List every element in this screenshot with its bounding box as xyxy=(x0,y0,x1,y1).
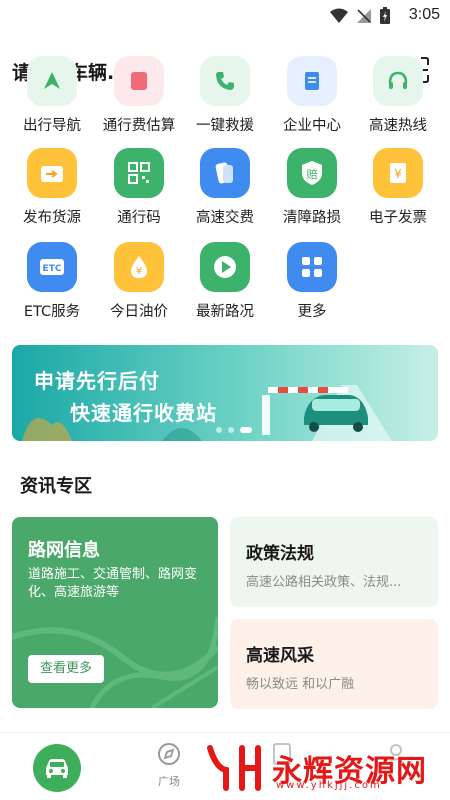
battery-icon xyxy=(380,7,390,24)
card-description: 道路施工、交通管制、路网变化、高速旅游等 xyxy=(28,567,198,600)
grid-item-cargo[interactable]: 发布货源 xyxy=(7,148,97,227)
watermark-url: www.yhkjjj.com xyxy=(276,780,382,791)
etc-icon: ETC xyxy=(27,242,77,292)
calculator-icon xyxy=(114,56,164,106)
grid-item-rescue[interactable]: 一键救援 xyxy=(180,56,270,135)
grid-item-pass-code[interactable]: 通行码 xyxy=(94,148,184,227)
nav-label: 广场 xyxy=(158,775,180,788)
grid-item-navigation[interactable]: 出行导航 xyxy=(7,56,97,135)
oil-drop-icon: ¥ xyxy=(114,242,164,292)
grid-label: 更多 xyxy=(297,304,327,320)
grid-item-road-damage[interactable]: 赔 清障路损 xyxy=(267,148,357,227)
play-icon xyxy=(200,242,250,292)
grid-label: 清障路损 xyxy=(283,210,341,226)
shield-icon: 赔 xyxy=(287,148,337,198)
navigation-icon xyxy=(27,56,77,106)
grid-label: 一键救援 xyxy=(196,118,254,134)
policy-card[interactable]: 政策法规 高速公路相关政策、法规... xyxy=(230,517,438,607)
card-description: 高速公路相关政策、法规... xyxy=(246,575,402,590)
cargo-icon xyxy=(27,148,77,198)
grid-item-highway-payment[interactable]: 高速交费 xyxy=(180,148,270,227)
carousel-dot-active xyxy=(240,427,252,433)
grid-item-toll-estimate[interactable]: 通行费估算 xyxy=(94,56,184,135)
grid-label: 通行费估算 xyxy=(102,118,176,134)
grid-label: 企业中心 xyxy=(283,118,341,134)
yen-text: ¥ xyxy=(394,167,402,181)
grid-item-hotline[interactable]: 高速热线 xyxy=(353,56,443,135)
card-title: 政策法规 xyxy=(246,544,314,564)
status-bar: 3:05 xyxy=(0,0,450,30)
watermark-logo xyxy=(207,745,261,791)
grid-label: 发布货源 xyxy=(23,210,81,226)
grid-label: 高速交费 xyxy=(196,210,254,226)
nav-home-button[interactable] xyxy=(33,744,81,792)
grid-item-e-invoice[interactable]: ¥ 电子发票 xyxy=(353,148,443,227)
watermark: 永辉资源网 www.yhkjjj.com xyxy=(202,742,442,792)
invoice-icon: ¥ xyxy=(373,148,423,198)
no-signal-icon xyxy=(357,8,371,23)
grid-item-etc-service[interactable]: ETC ETC服务 xyxy=(7,242,97,321)
status-icons xyxy=(330,7,390,24)
section-title: 资讯专区 xyxy=(20,476,92,497)
document-icon xyxy=(287,56,337,106)
more-icon xyxy=(287,242,337,292)
grid-label: 最新路况 xyxy=(196,304,254,320)
carousel-dots xyxy=(216,427,252,433)
grid-row: ETC ETC服务 ¥ 今日油价 最新路况 更多 xyxy=(0,242,450,321)
grid-item-traffic[interactable]: 最新路况 xyxy=(180,242,270,321)
nav-square-tab[interactable]: 广场 xyxy=(149,741,189,789)
car-icon xyxy=(46,759,68,778)
card-description: 畅以致远 和以广融 xyxy=(246,677,355,692)
banner-subtitle: 快速通行收费站 xyxy=(70,401,217,425)
road-info-card[interactable]: 路网信息 道路施工、交通管制、路网变化、高速旅游等 查看更多 xyxy=(12,517,218,708)
grid-item-oil-price[interactable]: ¥ 今日油价 xyxy=(94,242,184,321)
shield-text: 赔 xyxy=(307,167,318,181)
wifi-icon xyxy=(330,8,348,23)
grid-label: 高速热线 xyxy=(369,118,427,134)
headset-icon xyxy=(373,56,423,106)
carousel-dot xyxy=(216,427,222,433)
etc-badge-text: ETC xyxy=(43,264,62,274)
status-time: 3:05 xyxy=(408,6,440,23)
grid-item-enterprise[interactable]: 企业中心 xyxy=(267,56,357,135)
view-more-button[interactable]: 查看更多 xyxy=(28,655,104,683)
card-title: 路网信息 xyxy=(28,540,100,561)
scenery-card[interactable]: 高速风采 畅以致远 和以广融 xyxy=(230,619,438,709)
banner-title: 申请先行后付 xyxy=(34,369,160,393)
grid-row: 出行导航 通行费估算 一键救援 企业中心 高速热线 xyxy=(0,56,450,135)
carousel-dot xyxy=(228,427,234,433)
phone-icon xyxy=(200,56,250,106)
grid-label: 通行码 xyxy=(117,210,161,226)
grid-label: ETC服务 xyxy=(23,304,81,320)
qr-code-icon xyxy=(114,148,164,198)
grid-label: 出行导航 xyxy=(23,118,81,134)
oil-yen-text: ¥ xyxy=(136,266,142,277)
grid-label: 今日油价 xyxy=(110,304,168,320)
grid-item-more[interactable]: 更多 xyxy=(267,242,357,321)
card-icon xyxy=(200,148,250,198)
promo-banner[interactable]: 申请先行后付 快速通行收费站 xyxy=(12,345,438,441)
compass-icon xyxy=(158,743,180,765)
grid-row: 发布货源 通行码 高速交费 赔 清障路损 ¥ 电子发票 xyxy=(0,148,450,227)
card-title: 高速风采 xyxy=(246,646,314,666)
grid-label: 电子发票 xyxy=(369,210,427,226)
